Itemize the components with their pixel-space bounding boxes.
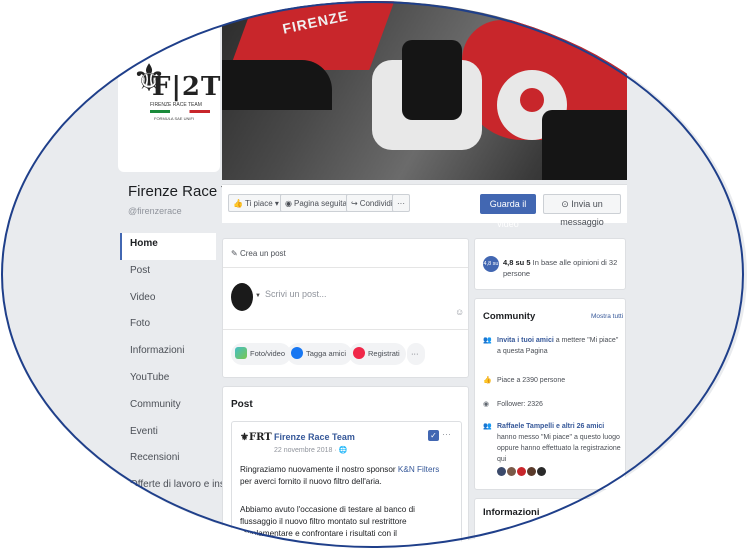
invite-row: 👥 Invita i tuoi amici a mettere "Mi piace… <box>483 335 623 357</box>
rating-card[interactable]: 4,8 su 5 4,8 su 5 In base alle opinioni … <box>474 238 626 290</box>
nav-item-home[interactable]: Home <box>120 233 216 260</box>
car-rear <box>542 110 627 180</box>
page-handle: @firenzerace <box>128 206 182 216</box>
post-input[interactable]: Scrivi un post... <box>265 289 327 299</box>
watch-video-button[interactable]: Guarda il video <box>480 194 536 229</box>
post-text-part: Ringraziamo nuovamente il nostro sponsor <box>240 465 398 474</box>
steering-area <box>402 40 462 120</box>
posts-title: Post <box>231 399 253 410</box>
post-text: Abbiamo avuto l'occasione di testare al … <box>240 505 415 538</box>
post-card: ⚜FRT Firenze Race Team 22 novembre 2018 … <box>231 421 462 549</box>
logo-tagline: FIRENZE RACE TEAM <box>150 102 202 108</box>
location-pin-icon <box>353 347 365 360</box>
nav-item-video[interactable]: Video <box>120 287 216 314</box>
tag-people-icon <box>291 347 303 360</box>
checkin-label: Registrati <box>368 349 400 358</box>
divider <box>223 267 468 268</box>
oval-viewport: FIRENZE ⚜ F|2T FIRENZE RACE TEAM FORMULA… <box>1 1 747 549</box>
composer-more-button[interactable]: ··· <box>407 343 425 365</box>
info-title: Informazioni <box>483 507 540 518</box>
friends-link[interactable]: Raffaele Tampelli e altri 26 amici <box>497 423 604 430</box>
avatar[interactable] <box>497 467 506 476</box>
rss-icon: ◉ <box>483 401 490 408</box>
nav-item-foto[interactable]: Foto <box>120 313 216 340</box>
send-message-button[interactable]: ⊙ Invia un messaggio <box>543 194 621 227</box>
photo-video-button[interactable]: Foto/video <box>231 343 292 365</box>
car-tire <box>222 60 332 110</box>
caret-down-icon[interactable]: ▼ <box>255 293 261 299</box>
thumbs-up-icon: 👍 <box>483 377 492 384</box>
avatar[interactable] <box>231 283 253 311</box>
invite-friends-link[interactable]: Invita i tuoi amici <box>497 337 554 344</box>
rss-icon: ◉ <box>285 199 292 208</box>
nav-item-post[interactable]: Post <box>120 260 216 287</box>
thumbs-up-icon: 👍 <box>233 199 243 208</box>
rating-badge: 4,8 su 5 <box>483 256 499 283</box>
post-text-part: per averci fornito il nuovo filtro dell'… <box>240 477 382 486</box>
composer-header[interactable]: ✎ Crea un post <box>231 249 286 258</box>
globe-icon: 🌐 <box>338 447 348 454</box>
tag-friends-label: Tagga amici <box>306 349 347 358</box>
more-actions-button[interactable]: ··· <box>392 194 410 212</box>
emoji-icon[interactable]: ☺ <box>455 307 464 317</box>
helmet-lily <box>520 88 544 112</box>
rating-text: 4,8 su 5 In base alle opinioni di 32 per… <box>503 257 625 279</box>
messenger-icon: ⊙ <box>561 199 569 209</box>
composer-title: Crea un post <box>239 249 286 258</box>
cover-photo[interactable]: FIRENZE <box>222 1 627 180</box>
posts-section: Post ⚜FRT Firenze Race Team 22 novembre … <box>222 386 469 549</box>
post-date-text: 22 novembre 2018 <box>274 447 333 454</box>
community-card: Community Mostra tutti 👥 Invita i tuoi am… <box>474 298 626 490</box>
page-nav: Home Post Video Foto Informazioni YouTub… <box>120 233 254 501</box>
post-composer: ✎ Crea un post ▼ Scrivi un post... ☺ Fot… <box>222 238 469 378</box>
avatar[interactable] <box>537 467 546 476</box>
photo-icon <box>235 347 247 360</box>
screenshot-stage: FIRENZE ⚜ F|2T FIRENZE RACE TEAM FORMULA… <box>0 0 747 551</box>
checkmark-icon[interactable]: ✓ <box>428 430 439 441</box>
nav-item-offerte[interactable]: Offerte di lavoro e inserzioni <box>120 474 254 501</box>
pencil-icon: ✎ <box>231 249 238 258</box>
likes-count: Piace a 2390 persone <box>497 377 566 384</box>
nav-item-informazioni[interactable]: Informazioni <box>120 340 216 367</box>
share-icon: ↪ <box>351 199 358 208</box>
friends-row: 👥 Raffaele Tampelli e altri 26 amici hann… <box>483 421 623 465</box>
rating-score: 4,8 su 5 <box>503 258 531 267</box>
divider <box>223 329 468 330</box>
friend-avatars[interactable] <box>497 463 547 476</box>
like-button[interactable]: 👍 Ti piace ▾ <box>228 194 284 212</box>
avatar[interactable] <box>507 467 516 476</box>
people-icon: 👥 <box>483 337 492 344</box>
people-icon: 👥 <box>483 423 492 430</box>
nav-item-recensioni[interactable]: Recensioni <box>120 447 216 474</box>
info-card: Informazioni <box>474 498 626 549</box>
logo-flag-stripe <box>150 110 210 113</box>
followers-count: Follower: 2326 <box>497 401 543 408</box>
post-author-avatar[interactable]: ⚜FRT <box>240 432 272 456</box>
logo-subtitle: FORMULA SAE UNIFI <box>154 116 195 121</box>
nav-item-youtube[interactable]: YouTube <box>120 367 216 394</box>
friends-text: hanno messo "Mi piace" a questo luogo op… <box>497 434 621 463</box>
post-text: Ringraziamo nuovamente il nostro sponsor… <box>240 464 452 488</box>
avatar[interactable] <box>517 467 526 476</box>
avatar[interactable] <box>527 467 536 476</box>
nav-item-community[interactable]: Community <box>120 394 216 421</box>
follow-label: Pagina seguita <box>293 199 347 208</box>
likes-row: 👍 Piace a 2390 persone <box>483 375 623 386</box>
followers-row: ◉ Follower: 2326 <box>483 399 623 410</box>
checkin-button[interactable]: Registrati <box>349 343 406 365</box>
share-label: Condividi <box>359 199 393 208</box>
post-date[interactable]: 22 novembre 2018 · 🌐 <box>274 446 347 454</box>
see-all-link[interactable]: Mostra tutti <box>591 313 623 320</box>
sponsor-link[interactable]: K&N Filters <box>398 465 439 474</box>
logo-mark: F|2T <box>152 72 222 102</box>
post-options-icon[interactable]: ··· <box>442 429 451 439</box>
community-title: Community <box>483 311 536 322</box>
nav-item-eventi[interactable]: Eventi <box>120 421 216 448</box>
like-label: Ti piace <box>244 199 273 208</box>
post-author[interactable]: Firenze Race Team <box>274 432 355 442</box>
team-logo: ⚜ F|2T FIRENZE RACE TEAM FORMULA SAE UNI… <box>128 58 220 138</box>
photo-video-label: Foto/video <box>250 349 286 358</box>
share-button[interactable]: ↪ Condividi <box>346 194 398 212</box>
tag-friends-button[interactable]: Tagga amici <box>287 343 353 365</box>
